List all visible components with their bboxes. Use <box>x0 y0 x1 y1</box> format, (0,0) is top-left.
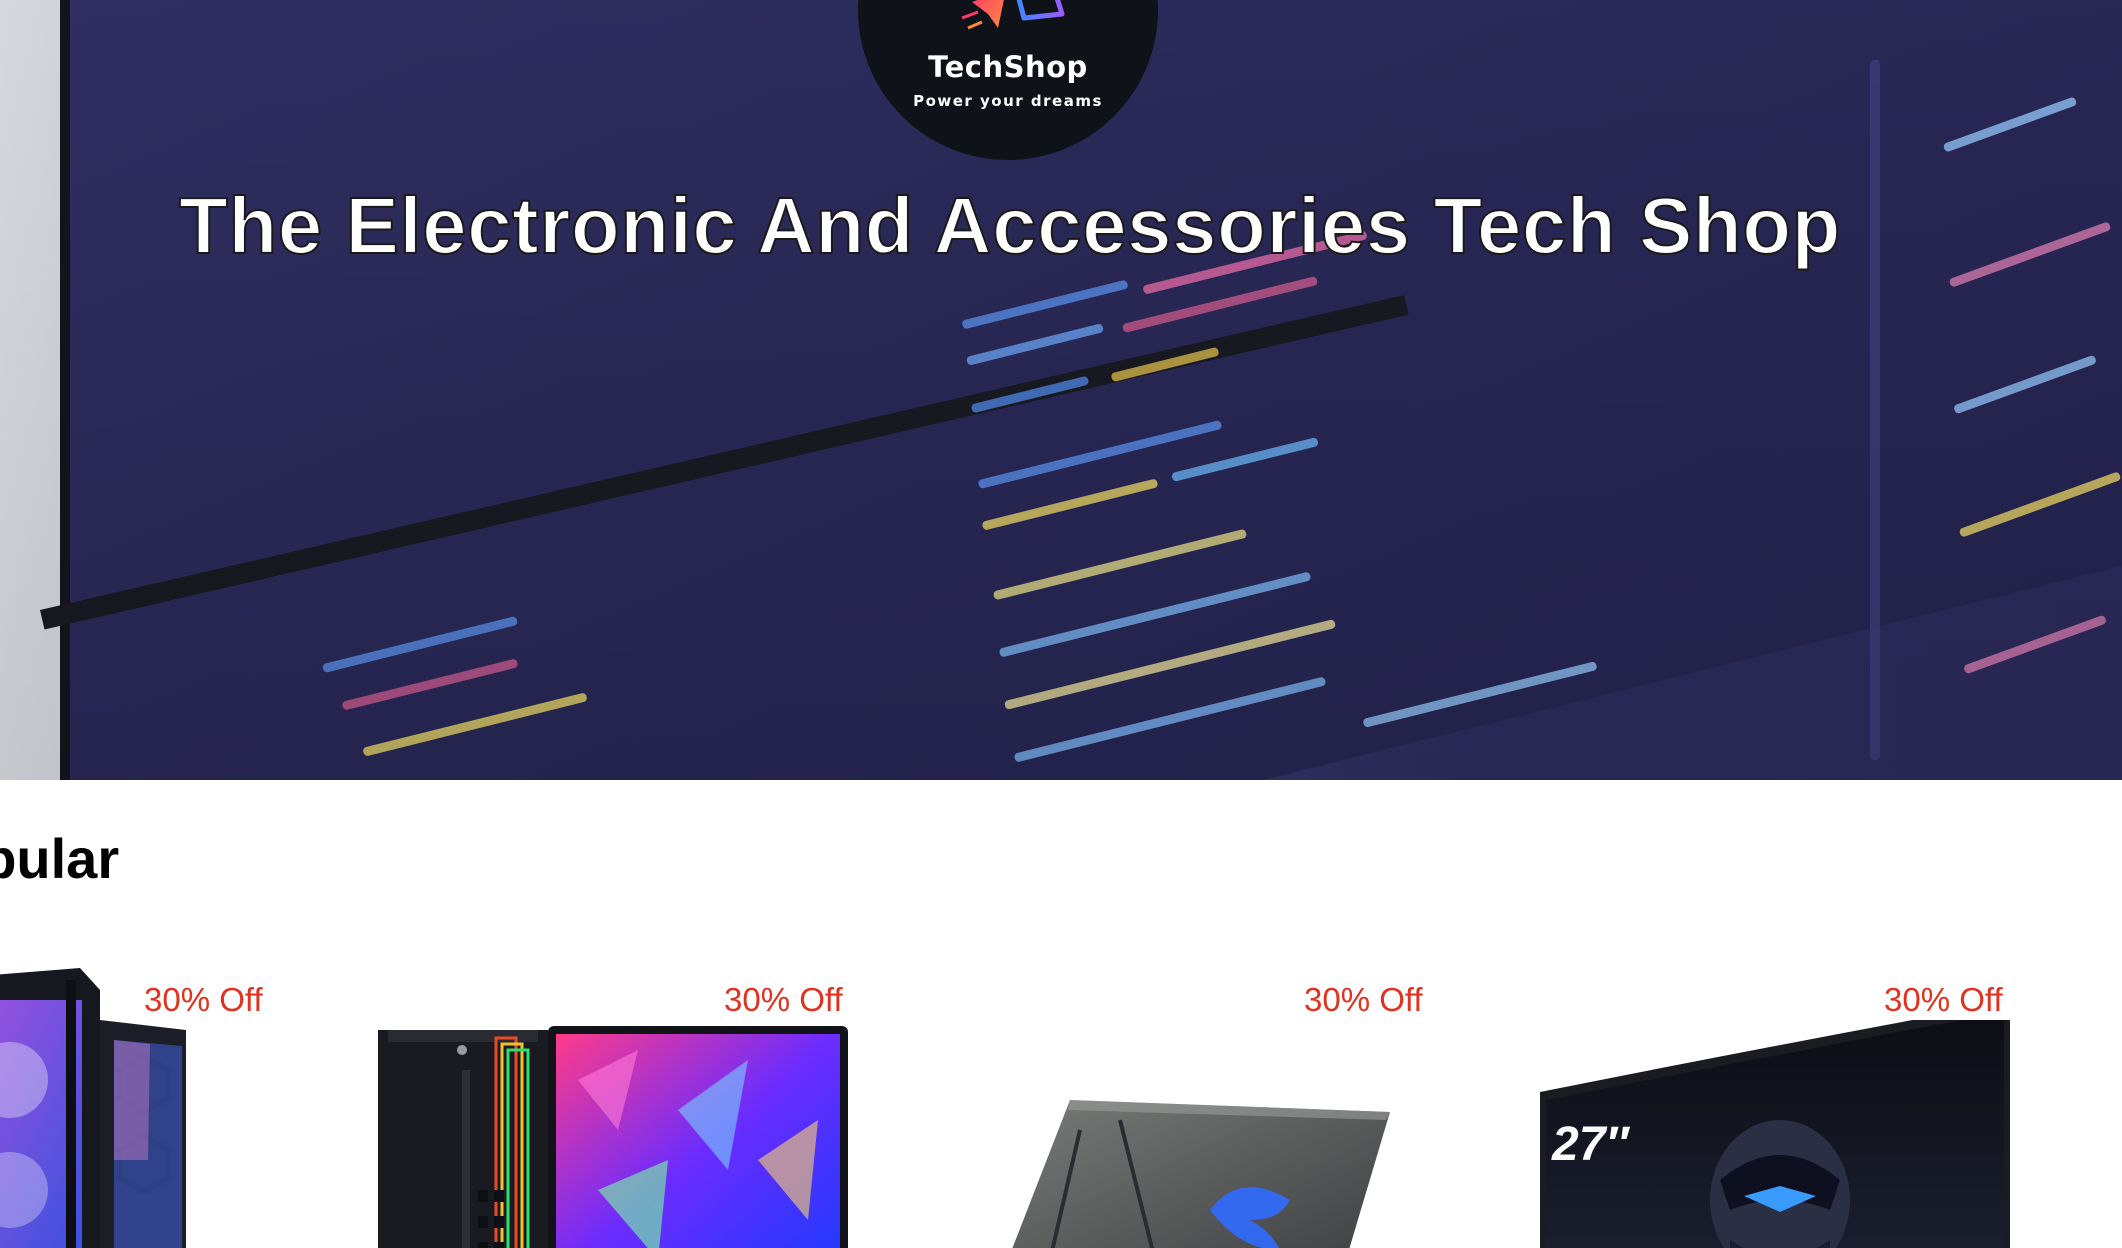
discount-badge: 30% Off <box>1296 980 1431 1020</box>
brand-tagline: Power your dreams <box>913 92 1103 110</box>
popular-heading: opular <box>0 827 120 890</box>
svg-text:27″: 27″ <box>1551 1118 1630 1171</box>
discount-badge: 30% Off <box>1876 980 2011 1020</box>
discount-badge: 30% Off <box>136 980 271 1020</box>
hero-title: The Electronic And Accessories Tech Shop <box>178 180 1841 271</box>
paper-plane-icon <box>961 0 1065 30</box>
hero-banner: TechShop Power your dreams The Electroni… <box>0 0 2122 780</box>
discount-badge: 30% Off <box>716 980 851 1020</box>
